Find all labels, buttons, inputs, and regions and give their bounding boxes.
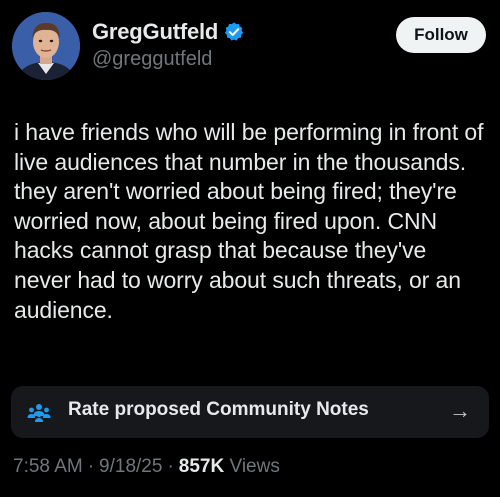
people-group-icon	[27, 402, 51, 422]
tweet-meta: 7:58 AM · 9/18/25 · 857K Views	[13, 456, 280, 478]
views-count: 857K	[178, 456, 225, 477]
display-name-row: GregGutfeld	[92, 18, 245, 46]
author-handle[interactable]: @greggutfeld	[92, 48, 245, 71]
arrow-right-icon: →	[449, 398, 471, 423]
meta-separator: ·	[167, 456, 174, 477]
display-name[interactable]: GregGutfeld	[92, 19, 218, 45]
tweet-date[interactable]: 9/18/25	[99, 456, 162, 478]
views-label: Views	[229, 456, 280, 477]
community-notes-label: Rate proposed Community Notes	[68, 399, 369, 420]
follow-button[interactable]: Follow	[396, 17, 486, 53]
rate-community-notes-button[interactable]: Rate proposed Community Notes →	[11, 386, 489, 438]
profile-photo-icon	[12, 12, 80, 80]
author-block: GregGutfeld @greggutfeld	[92, 18, 245, 71]
tweet-time[interactable]: 7:58 AM	[13, 456, 83, 478]
meta-separator: ·	[87, 456, 95, 477]
avatar[interactable]	[12, 12, 80, 80]
tweet-text: i have friends who will be performing in…	[14, 119, 484, 323]
verified-badge-icon[interactable]	[223, 21, 245, 43]
tweet-card: GregGutfeld @greggutfeld Follow i have f…	[0, 0, 500, 497]
